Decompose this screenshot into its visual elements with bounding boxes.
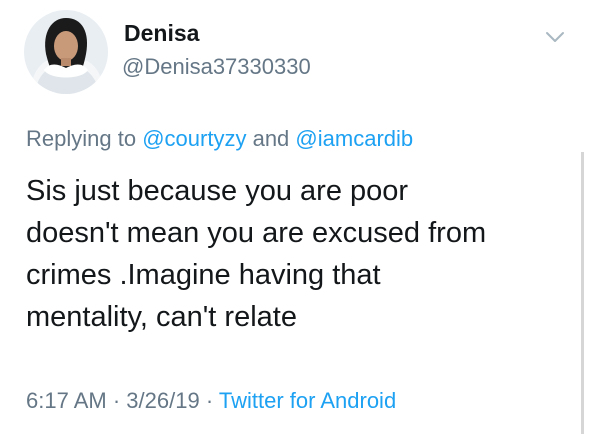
tweet-text-line: crimes .Imagine having that — [26, 259, 381, 291]
tweet-card: Denisa @Denisa37330330 Replying to @cour… — [0, 0, 590, 434]
tweet-text-line: doesn't mean you are excused from — [26, 217, 487, 249]
tweet-metadata: 6:17 AM · 3/26/19 · Twitter for Android — [26, 388, 396, 414]
scrollbar[interactable] — [581, 152, 584, 434]
reply-conjunction: and — [252, 126, 290, 151]
chevron-down-icon[interactable] — [545, 30, 565, 44]
reply-prefix: Replying to — [26, 126, 137, 151]
tweet-text: Sis just because you are poor doesn't me… — [26, 170, 566, 338]
meta-separator: · — [112, 388, 121, 413]
author-display-name[interactable]: Denisa — [124, 20, 199, 47]
author-handle[interactable]: @Denisa37330330 — [122, 54, 311, 80]
tweet-date[interactable]: 3/26/19 — [126, 388, 199, 413]
replying-to: Replying to @courtyzy and @iamcardib — [26, 126, 413, 152]
avatar-image — [24, 10, 108, 94]
mention-link[interactable]: @courtyzy — [142, 126, 246, 151]
tweet-time[interactable]: 6:17 AM — [26, 388, 107, 413]
avatar[interactable] — [24, 10, 108, 94]
tweet-source-link[interactable]: Twitter for Android — [219, 388, 396, 413]
meta-separator: · — [205, 388, 214, 413]
mention-link[interactable]: @iamcardib — [295, 126, 413, 151]
tweet-text-line: Sis just because you are poor — [26, 175, 409, 207]
tweet-text-line: mentality, can't relate — [26, 301, 297, 333]
